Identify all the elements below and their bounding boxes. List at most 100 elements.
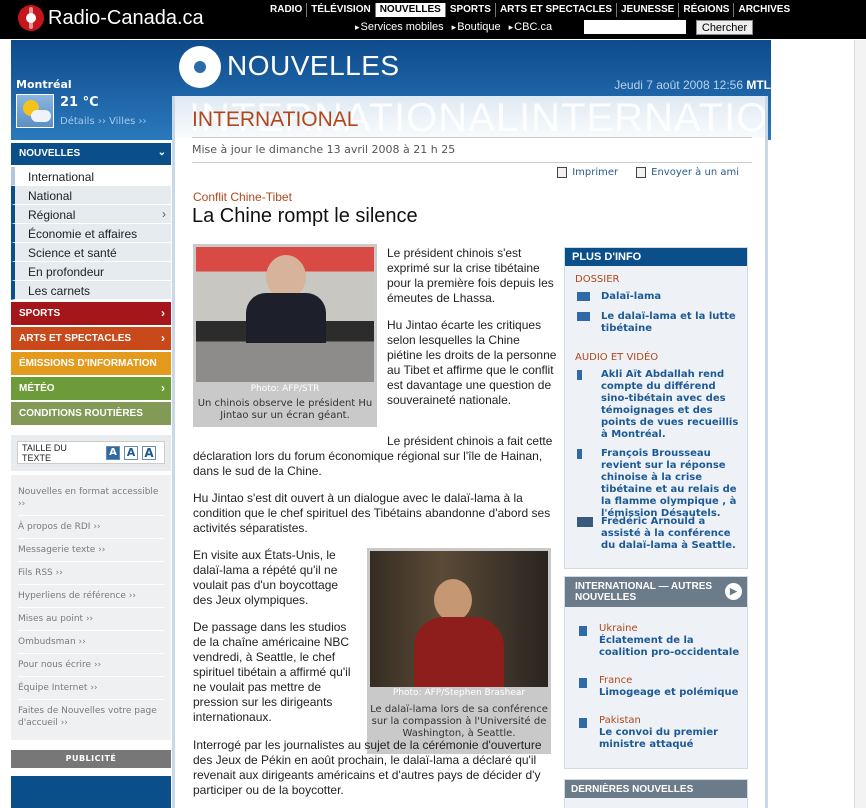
intl-news-item[interactable]: Pakistan Le convoi du premier ministre a… — [575, 715, 743, 751]
intl-box-head[interactable]: INTERNATIONAL — AUTRES NOUVELLES ▶ — [565, 577, 747, 607]
text-size-medium[interactable]: A — [124, 445, 139, 460]
nav-arts[interactable]: ARTS ET SPECTACLES — [496, 3, 617, 17]
link-mises-au-point[interactable]: Mises au point — [18, 608, 164, 631]
nav-sports[interactable]: SPORTS — [446, 3, 496, 17]
subnav-boutique[interactable]: Boutique — [452, 21, 500, 33]
audio-link[interactable]: Akli Aït Abdallah rend compte du différe… — [575, 369, 743, 441]
link-ombudsman[interactable]: Ombudsman — [18, 631, 164, 654]
article-paragraph: De passage dans les studios de la chaîne… — [193, 620, 351, 724]
sidebar-item-profondeur[interactable]: En profondeur — [11, 262, 171, 281]
search-input[interactable] — [584, 20, 686, 34]
folder-icon — [577, 292, 590, 301]
date-text: Jeudi 7 août 2008 12:56 — [614, 78, 743, 92]
chevron-down-icon: ⌄ — [157, 147, 166, 158]
text-size-large[interactable]: A — [142, 445, 157, 460]
sidebar-item-economie[interactable]: Économie et affaires — [11, 224, 171, 243]
photo-caption: Un chinois observe le président Hu Jinta… — [197, 398, 373, 421]
intl-news-item[interactable]: Ukraine Éclatement de la coalition pro-o… — [575, 623, 743, 659]
article-paragraph: Le président chinois a fait cette déclar… — [193, 434, 553, 478]
link-ecrire[interactable]: Pour nous écrire — [18, 654, 164, 677]
link-hyperliens[interactable]: Hyperliens de référence — [18, 585, 164, 608]
intl-box-title: INTERNATIONAL — AUTRES NOUVELLES — [575, 581, 713, 603]
av-label: AUDIO ET VIDÉO — [575, 352, 659, 363]
photo-credit: Photo: AFP/STR — [250, 384, 320, 394]
link-equipe[interactable]: Équipe Internet — [18, 677, 164, 700]
sidebar-nouvelles-head[interactable]: NOUVELLES ⌄ — [11, 143, 171, 165]
page-icon — [579, 626, 587, 636]
radio-canada-logo[interactable]: Radio-Canada.ca — [18, 5, 204, 31]
sidebar-cat-meteo[interactable]: MÉTÉO › — [11, 377, 171, 400]
weather-city: Montréal — [16, 78, 72, 91]
news-title: Éclatement de la coalition pro-occidenta… — [599, 635, 740, 658]
cat-label: ARTS ET SPECTACLES — [19, 333, 132, 344]
right-edge — [771, 40, 866, 808]
folder-icon — [577, 312, 590, 321]
printer-icon — [557, 167, 568, 178]
audio-link[interactable]: François Brousseau revient sur la répons… — [575, 448, 743, 520]
nav-radio[interactable]: RADIO — [266, 3, 308, 17]
nav-regions[interactable]: RÉGIONS — [679, 3, 735, 17]
banner-date: Jeudi 7 août 2008 12:56 MTL — [614, 78, 771, 92]
speaker-icon — [577, 370, 590, 380]
speaker-icon — [577, 449, 590, 459]
search-button[interactable]: Chercher — [696, 20, 753, 35]
send-label: Envoyer à un ami — [651, 167, 739, 178]
photo-dalai-lama: Photo: AFP/Stephen Brashear Le dalaï-lam… — [367, 548, 551, 754]
text-size-small[interactable]: A — [106, 445, 121, 460]
article-paragraph: En visite aux États-Unis, le dalaï-lama … — [193, 548, 339, 607]
chevron-right-icon: › — [162, 207, 166, 221]
dossier-link[interactable]: Le dalaï-lama et la lutte tibétaine — [575, 311, 743, 335]
link-text: Le dalaï-lama et la lutte tibétaine — [601, 311, 736, 334]
news-title: Limogeage et polémique — [599, 687, 739, 698]
print-link[interactable]: Imprimer — [557, 167, 618, 178]
print-label: Imprimer — [572, 167, 619, 178]
nav-nouvelles[interactable]: NOUVELLES — [375, 3, 446, 17]
article-paragraph: Hu Jintao s'est dit ouvert à un dialogue… — [193, 491, 551, 535]
nav-television[interactable]: TÉLÉVISION — [307, 3, 376, 17]
nav-jeunesse[interactable]: JEUNESSE — [617, 3, 680, 17]
link-text: Dalaï-lama — [601, 291, 662, 302]
arrow-right-icon[interactable]: ▶ — [725, 583, 742, 600]
news-country: Ukraine — [599, 623, 638, 634]
article-paragraph: Hu Jintao écarte les critiques selon les… — [387, 318, 557, 407]
sidebar-cat-routes[interactable]: CONDITIONS ROUTIÈRES — [11, 402, 171, 425]
cat-label: SPORTS — [19, 308, 61, 319]
cbc-gem-icon — [18, 5, 44, 31]
sidebar-cat-emissions[interactable]: ÉMISSIONS D'INFORMATION — [11, 352, 171, 375]
sidebar-item-national[interactable]: National — [11, 186, 171, 205]
subnav-cbc[interactable]: CBC.ca — [509, 21, 552, 33]
subnav-services-mobiles[interactable]: Services mobiles — [355, 21, 444, 33]
article-tools: Imprimer Envoyer à un ami — [539, 167, 739, 178]
sidebar-item-carnets[interactable]: Les carnets — [11, 281, 171, 300]
link-text: Frédéric Arnould a assisté à la conféren… — [601, 516, 736, 551]
intl-news-item[interactable]: France Limogeage et polémique — [575, 675, 743, 699]
updated-line: Mise à jour le dimanche 13 avril 2008 à … — [192, 137, 752, 163]
video-link[interactable]: Frédéric Arnould a assisté à la conféren… — [575, 516, 743, 552]
nav-archives[interactable]: ARCHIVES — [734, 3, 794, 17]
link-accueil[interactable]: Faites de Nouvelles votre page d'accueil — [18, 700, 164, 734]
photo-image — [370, 551, 548, 687]
link-messagerie[interactable]: Messagerie texte — [18, 539, 164, 562]
link-accessible[interactable]: Nouvelles en format accessible — [18, 481, 164, 516]
weather-links[interactable]: Détails ›› Villes ›› — [60, 116, 147, 127]
latest-news-title[interactable]: DERNIÈRES NOUVELLES — [565, 780, 747, 798]
sidebar-item-regional[interactable]: Régional › — [11, 205, 171, 224]
dossier-link[interactable]: Dalaï-lama — [575, 291, 743, 303]
brand-name: Radio-Canada.ca — [48, 6, 204, 29]
sidebar-cat-sports[interactable]: SPORTS › — [11, 302, 171, 325]
partly-cloudy-icon — [16, 94, 54, 128]
link-rss[interactable]: Fils RSS — [18, 562, 164, 585]
ad-slot — [11, 776, 171, 808]
scrollbar[interactable] — [854, 40, 866, 808]
weather-temp: 21 °C — [60, 95, 99, 110]
sidebar-cat-arts[interactable]: ARTS ET SPECTACLES › — [11, 327, 171, 350]
photo-credit: Photo: AFP/Stephen Brashear — [392, 688, 526, 698]
link-rdi[interactable]: À propos de RDI — [18, 516, 164, 539]
article-paragraph: Interrogé par les journalistes au sujet … — [193, 738, 542, 797]
main-nav: RADIO TÉLÉVISION NOUVELLES SPORTS ARTS E… — [266, 3, 794, 17]
sidebar-item-international[interactable]: International — [11, 167, 171, 186]
news-title: Le convoi du premier ministre attaqué — [599, 727, 719, 750]
sidebar-item-science[interactable]: Science et santé — [11, 243, 171, 262]
article-panel: INTERNATIONALINTERNATIONA INTERNATIONAL … — [172, 96, 768, 808]
send-link[interactable]: Envoyer à un ami — [636, 167, 739, 178]
